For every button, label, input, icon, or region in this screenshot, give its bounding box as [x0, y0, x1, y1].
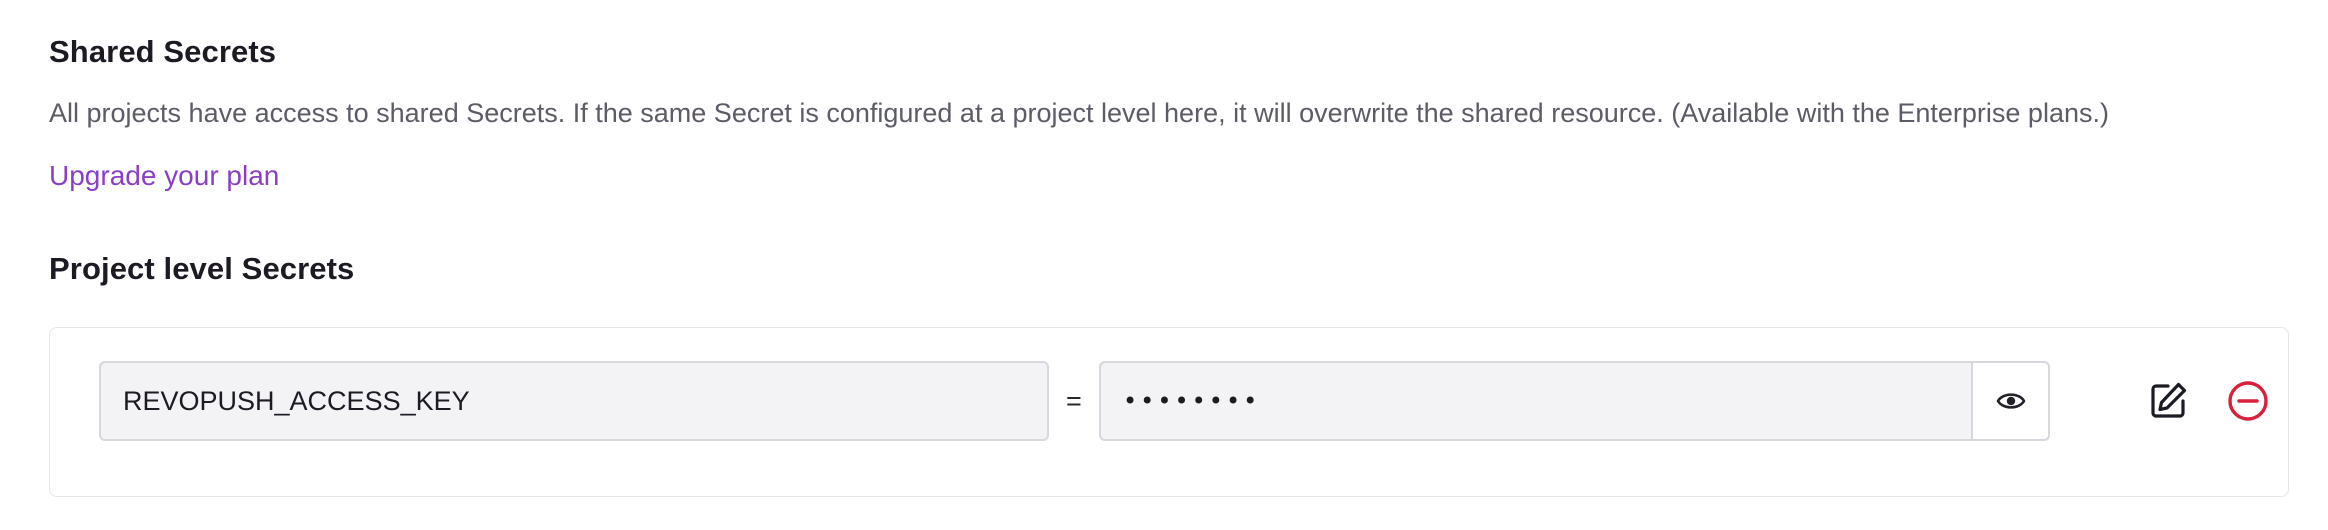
- eye-icon: [1996, 390, 2026, 412]
- edit-icon: [2148, 381, 2188, 421]
- shared-secrets-title: Shared Secrets: [49, 34, 277, 69]
- secrets-page: Shared Secrets All projects have access …: [0, 0, 2328, 530]
- key-value-separator: =: [1066, 386, 1082, 416]
- secret-key-input[interactable]: [99, 361, 1049, 441]
- remove-circle-icon: [2227, 380, 2269, 422]
- reveal-secret-button[interactable]: [1971, 361, 2050, 441]
- remove-secret-button[interactable]: [2225, 378, 2271, 424]
- edit-secret-button[interactable]: [2145, 378, 2191, 424]
- secret-row-card: =: [49, 327, 2289, 497]
- secret-value-input[interactable]: [1099, 361, 1974, 441]
- upgrade-plan-link[interactable]: Upgrade your plan: [49, 160, 279, 192]
- shared-secrets-description: All projects have access to shared Secre…: [49, 98, 2109, 128]
- project-secrets-title: Project level Secrets: [49, 251, 355, 286]
